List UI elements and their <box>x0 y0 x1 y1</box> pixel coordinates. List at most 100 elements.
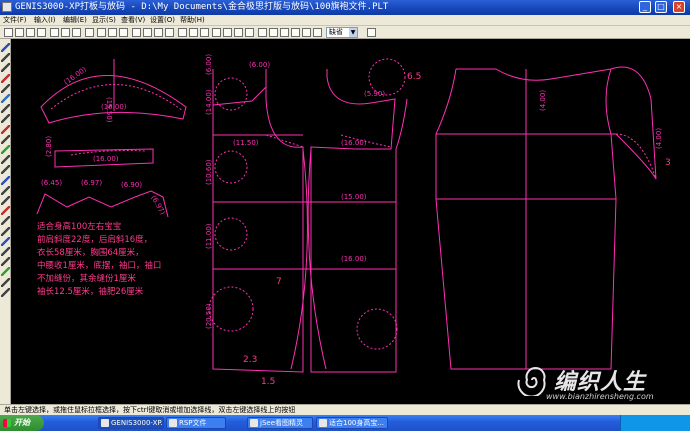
erase-tool-icon[interactable] <box>1 257 10 267</box>
rect-tool-icon[interactable] <box>1 114 10 124</box>
system-tray <box>620 415 690 431</box>
arc-tool-icon[interactable] <box>1 73 10 83</box>
undo-icon[interactable] <box>85 28 94 37</box>
marker-sleeve: 3 <box>665 158 671 168</box>
dart-tool-icon[interactable] <box>1 83 10 93</box>
mirror-icon[interactable] <box>189 28 198 37</box>
app-icon[interactable] <box>2 2 12 12</box>
menu-file[interactable]: 文件(F) <box>3 15 27 26</box>
full-body-dim-b: (4.00) <box>655 128 663 149</box>
pointer-icon[interactable] <box>1 43 10 52</box>
image-viewer-icon <box>250 419 258 427</box>
windows-logo-icon <box>3 419 11 427</box>
fill-icon[interactable] <box>302 28 311 37</box>
point-icon[interactable] <box>367 28 376 37</box>
copy-tool-icon[interactable] <box>1 277 10 287</box>
menu-help[interactable]: 帮助(H) <box>180 15 205 26</box>
status-bar: 单击左键选择，或拖住鼠标拉框选择，按下ctrl键取消或增加选择线，双击左键选择线… <box>0 404 690 415</box>
color-icon[interactable] <box>291 28 300 37</box>
menu-view[interactable]: 查看(V) <box>121 15 145 26</box>
print-icon[interactable] <box>37 28 46 37</box>
band-piece <box>36 190 169 218</box>
cut-tool-icon[interactable] <box>1 134 10 144</box>
select-icon[interactable] <box>258 28 267 37</box>
bodice-dim-skirt: (20.50) <box>205 303 213 329</box>
paste-icon[interactable] <box>72 28 81 37</box>
pattern-tool-icon[interactable] <box>1 206 10 216</box>
ruler-icon[interactable] <box>143 28 152 37</box>
join-tool-icon[interactable] <box>1 287 10 297</box>
measure-icon[interactable] <box>178 28 187 37</box>
layer-select[interactable]: 缺省 ▼ <box>326 27 358 38</box>
node-icon[interactable] <box>165 28 174 37</box>
folder-icon <box>169 419 177 427</box>
pattern-drawing: (16.00) (15.50) (16.00) (2.80) (16.00) (… <box>36 54 671 387</box>
task-doc[interactable]: 适合100身高宝... <box>316 417 388 429</box>
sleeve-dim-bottom: (16.00) <box>101 103 127 111</box>
rotate-tool-icon[interactable] <box>1 155 10 165</box>
menu-input[interactable]: 输入(I) <box>34 15 56 26</box>
zoom-tool-icon[interactable] <box>1 236 10 246</box>
toolbar: 缺省 ▼ <box>0 26 690 39</box>
curve-tool-icon[interactable] <box>1 63 10 73</box>
pattern-canvas[interactable]: (16.00) (15.50) (16.00) (2.80) (16.00) (… <box>11 39 690 404</box>
minimize-button[interactable]: _ <box>639 1 651 13</box>
bodice-dim-waist-width: (15.00) <box>341 193 367 201</box>
marker-shoulder: 6.5 <box>407 72 421 82</box>
open-icon[interactable] <box>15 28 24 37</box>
zoom-window-icon[interactable] <box>245 28 254 37</box>
circle-tool-icon[interactable] <box>1 104 10 114</box>
task-genis[interactable]: GENIS3000-XP... <box>98 417 164 429</box>
band-dim-1: (6.45) <box>41 179 62 187</box>
zoom-fit-icon[interactable] <box>234 28 243 37</box>
mirror-tool-icon[interactable] <box>1 145 10 154</box>
cut-icon[interactable] <box>50 28 59 37</box>
pan-tool-icon[interactable] <box>1 247 10 256</box>
band-dim-2: (6.97) <box>81 179 102 187</box>
line-tool-icon[interactable] <box>1 53 10 63</box>
hand-icon[interactable] <box>108 28 117 37</box>
title-bar: GENIS3000-XP打板与放码 - D:\My Documents\金合极思… <box>0 0 690 15</box>
pen-icon[interactable] <box>97 28 106 37</box>
close-button[interactable]: × <box>673 1 685 13</box>
redo-icon[interactable] <box>119 28 128 37</box>
menu-bar: 文件(F) 输入(I) 编辑(E) 显示(S) 查看(V) 设置(O) 帮助(H… <box>0 15 690 26</box>
note-line-4: 中腰收1厘米，底摆，袖口，袖口 <box>37 260 161 271</box>
new-icon[interactable] <box>4 28 13 37</box>
task-rsp[interactable]: RSP文件 <box>166 417 226 429</box>
menu-edit[interactable]: 编辑(E) <box>63 15 87 26</box>
note-line-5: 不加缝份，其余缝份1厘米 <box>37 273 136 284</box>
zoom-in-icon[interactable] <box>212 28 221 37</box>
line-icon[interactable] <box>313 28 322 37</box>
chevron-down-icon: ▼ <box>349 28 357 37</box>
move-tool-icon[interactable] <box>1 267 10 277</box>
copy-icon[interactable] <box>61 28 70 37</box>
notch-tool-icon[interactable] <box>1 124 10 134</box>
menu-display[interactable]: 显示(S) <box>92 15 116 26</box>
bodice-dim-hip-width: (16.00) <box>341 255 367 263</box>
save-icon[interactable] <box>26 28 35 37</box>
maximize-button[interactable]: □ <box>655 1 667 13</box>
bodice-dim-shoulder-b: (6.00) <box>205 54 213 75</box>
text-icon[interactable] <box>269 28 278 37</box>
note-line-6: 袖长12.5厘米，袖肥26厘米 <box>37 286 144 297</box>
window-title: GENIS3000-XP打板与放码 - D:\My Documents\金合极思… <box>15 2 389 12</box>
layer-icon[interactable] <box>280 28 289 37</box>
grade-tool-icon[interactable] <box>1 165 10 175</box>
grain-tool-icon[interactable] <box>1 216 10 226</box>
bodice-dim-chest-back: (11.50) <box>233 139 259 147</box>
task-genis-label: GENIS3000-XP... <box>111 419 164 427</box>
button-tool-icon[interactable] <box>1 226 10 236</box>
collar-dim-height: (2.80) <box>45 136 53 157</box>
rotate-icon[interactable] <box>200 28 209 37</box>
seam-tool-icon[interactable] <box>1 196 10 205</box>
measure-tool-icon[interactable] <box>1 185 10 195</box>
start-button[interactable]: 开始 <box>0 415 44 431</box>
pleat-tool-icon[interactable] <box>1 94 10 103</box>
task-jsee[interactable]: jSee看图精灵 <box>247 417 313 429</box>
zoom-icon[interactable] <box>132 28 141 37</box>
text-tool-icon[interactable] <box>1 175 10 185</box>
menu-settings[interactable]: 设置(O) <box>150 15 175 26</box>
grid-icon[interactable] <box>154 28 163 37</box>
zoom-out-icon[interactable] <box>223 28 232 37</box>
